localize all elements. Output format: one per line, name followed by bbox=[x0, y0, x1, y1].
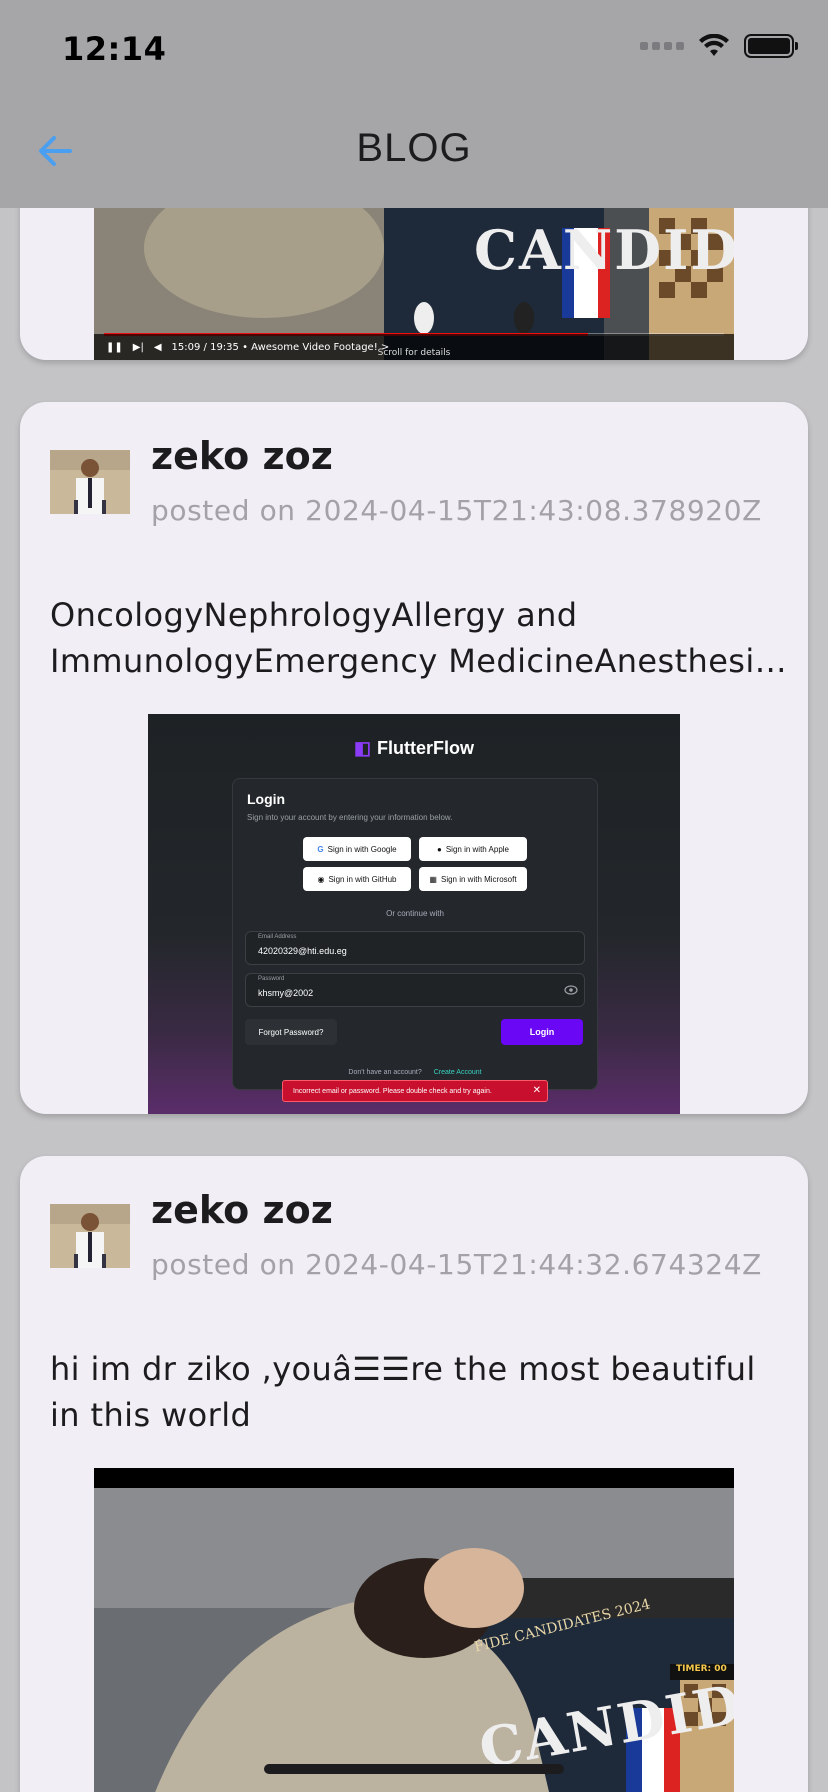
email-label: Email Address bbox=[258, 934, 297, 940]
login-panel: Login Sign into your account by entering… bbox=[232, 778, 598, 1090]
close-icon: ✕ bbox=[532, 1085, 541, 1096]
password-label: Password bbox=[258, 976, 285, 982]
login-button: Login bbox=[501, 1019, 583, 1045]
post-card[interactable]: zeko zoz posted on 2024-04-15T21:44:32.6… bbox=[20, 1156, 808, 1792]
cellular-signal-icon bbox=[640, 42, 684, 50]
microsoft-signin-button: ▦ Sign in with Microsoft bbox=[419, 867, 527, 891]
email-value: 42020329@hti.edu.eg bbox=[258, 946, 347, 956]
post-body-line: OncologyNephrologyAllergy and ImmunologyE… bbox=[50, 592, 790, 684]
home-indicator[interactable] bbox=[264, 1764, 564, 1774]
brand-name: FlutterFlow bbox=[377, 738, 474, 758]
post-video[interactable]: FIDE CANDIDATES 2024 CANDID TIMER: 00 bbox=[94, 1468, 734, 1792]
or-divider: Or continue with bbox=[386, 909, 444, 918]
google-signin-label: Sign in with Google bbox=[327, 844, 397, 854]
forgot-password-button: Forgot Password? bbox=[245, 1019, 337, 1045]
timer-label: TIMER: 00 bbox=[670, 1664, 734, 1680]
apple-icon: ● bbox=[437, 844, 442, 854]
avatar[interactable] bbox=[50, 450, 130, 514]
battery-icon bbox=[744, 34, 798, 58]
create-account-link: Create Account bbox=[433, 1069, 482, 1076]
github-icon: ◉ bbox=[317, 874, 325, 884]
post-card[interactable]: zeko zoz posted on 2024-04-15T21:43:08.3… bbox=[20, 402, 808, 1114]
flutterflow-logo-icon: ◧ bbox=[353, 738, 371, 758]
post-body-line-1: OncologyNephrologyAllergy and bbox=[50, 596, 578, 634]
apple-signin-button: ● Sign in with Apple bbox=[419, 837, 527, 861]
apple-signin-label: Sign in with Apple bbox=[445, 844, 509, 854]
login-title: Login bbox=[247, 791, 286, 807]
post-author[interactable]: zeko zoz bbox=[151, 434, 333, 478]
video-overlay-text: CANDID bbox=[474, 218, 734, 282]
app-bar: 12:14 BLOG bbox=[0, 0, 828, 208]
error-message: Incorrect email or password. Please doub… bbox=[293, 1087, 492, 1095]
password-value: khsmy@2002 bbox=[258, 988, 314, 998]
account-prompt: Don't have an account? Create Account bbox=[233, 1069, 597, 1076]
github-signin-label: Sign in with GitHub bbox=[328, 874, 397, 884]
page-title: BLOG bbox=[356, 126, 472, 170]
login-subtitle: Sign into your account by entering your … bbox=[247, 813, 453, 822]
scroll-hint: Scroll for details bbox=[377, 348, 451, 358]
video-letterbox bbox=[94, 1468, 734, 1488]
microsoft-icon: ▦ bbox=[429, 874, 437, 884]
avatar[interactable] bbox=[50, 1204, 130, 1268]
post-date: posted on 2024-04-15T21:43:08.378920Z bbox=[151, 494, 762, 527]
post-body: hi im dr ziko ,youâ☰☰re the most beautif… bbox=[50, 1350, 756, 1434]
post-image[interactable]: ◧ FlutterFlow Login Sign into your accoun… bbox=[148, 714, 680, 1114]
post-body: OncologyNephrologyAllergy and ImmunologyE… bbox=[50, 592, 790, 684]
post-body-line-2: ImmunologyEmergency MedicineAnesthesiol… bbox=[50, 642, 790, 680]
status-time: 12:14 bbox=[62, 30, 167, 68]
github-signin-button: ◉ Sign in with GitHub bbox=[303, 867, 411, 891]
no-account-text: Don't have an account? bbox=[348, 1069, 422, 1076]
eye-icon bbox=[564, 985, 578, 995]
flutterflow-logo: ◧ FlutterFlow bbox=[148, 738, 680, 759]
error-toast: Incorrect email or password. Please doub… bbox=[282, 1080, 548, 1102]
post-author[interactable]: zeko zoz bbox=[151, 1188, 333, 1232]
google-signin-button: G Sign in with Google bbox=[303, 837, 411, 861]
email-field: Email Address 42020329@hti.edu.eg bbox=[245, 931, 585, 965]
post-video[interactable]: CANDID ❚❚ ▶| ◀ 15:09 / 19:35 • Awesome V… bbox=[94, 208, 734, 360]
wifi-icon bbox=[699, 34, 729, 56]
google-icon: G bbox=[317, 844, 324, 854]
password-field: Password khsmy@2002 bbox=[245, 973, 585, 1007]
microsoft-signin-label: Sign in with Microsoft bbox=[440, 874, 517, 884]
status-icons bbox=[640, 34, 798, 58]
post-date: posted on 2024-04-15T21:44:32.674324Z bbox=[151, 1248, 762, 1281]
